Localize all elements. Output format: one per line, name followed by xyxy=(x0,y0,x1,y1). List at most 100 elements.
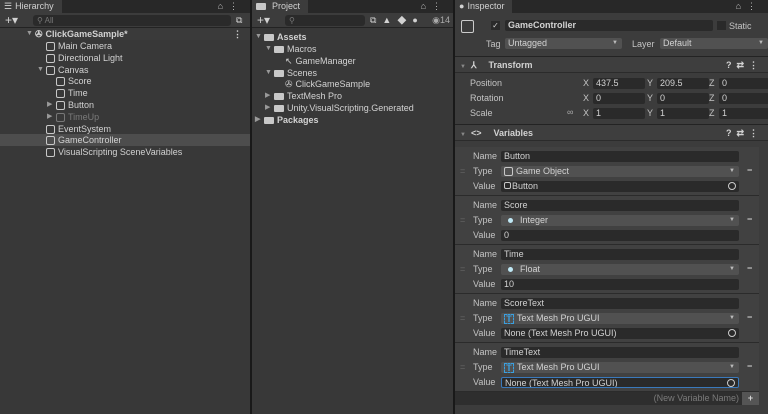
list-item[interactable]: VisualScripting SceneVariables xyxy=(0,146,250,158)
variable-name-input[interactable]: Score xyxy=(501,200,739,211)
folder-assets[interactable]: ▼ Assets xyxy=(252,31,453,43)
remove-variable-button[interactable]: − xyxy=(747,361,752,371)
hierarchy-search-input[interactable]: ⚲ All xyxy=(33,15,231,26)
type-label: Type xyxy=(473,166,493,176)
constrain-proportions-icon[interactable]: ∞ xyxy=(567,107,573,117)
collapse-arrow-icon[interactable]: ▶ xyxy=(265,102,274,114)
list-item[interactable]: Main Camera xyxy=(0,40,250,52)
remove-variable-button[interactable]: − xyxy=(747,263,752,273)
object-picker-icon[interactable] xyxy=(728,329,736,337)
folder-macros[interactable]: ▼ Macros xyxy=(252,43,453,55)
variable-value-input[interactable]: Button xyxy=(501,181,739,192)
folder-visualscripting-generated[interactable]: ▶ Unity.VisualScripting.Generated xyxy=(252,102,453,114)
lock-icon[interactable]: ⌂⋮ xyxy=(736,0,762,13)
rotation-z-input[interactable]: 0 xyxy=(719,93,768,104)
scale-y-input[interactable]: 1 xyxy=(657,108,709,119)
drag-handle[interactable]: = xyxy=(460,313,465,323)
filter-icons[interactable]: ⧉▲◆● xyxy=(370,15,424,26)
variable-type-dropdown[interactable]: Integer ▼ xyxy=(501,215,739,226)
variables-header[interactable]: ▼ <> Variables ?⇄⋮ xyxy=(455,124,768,141)
new-variable-name-input[interactable]: (New Variable Name) xyxy=(654,393,739,403)
list-icon: ☰ xyxy=(4,1,13,11)
scale-x-input[interactable]: 1 xyxy=(593,108,645,119)
rotation-x-input[interactable]: 0 xyxy=(593,93,645,104)
type-label: Type xyxy=(473,264,493,274)
folder-icon xyxy=(264,116,274,124)
variable-value-input[interactable]: None (Text Mesh Pro UGUI) xyxy=(501,328,739,339)
variable-type-dropdown[interactable]: Game Object ▼ xyxy=(501,166,739,177)
folder-packages[interactable]: ▶ Packages xyxy=(252,114,453,126)
variable-type-dropdown[interactable]: Float ▼ xyxy=(501,264,739,275)
variable-name-input[interactable]: Button xyxy=(501,151,739,162)
collapse-arrow-icon[interactable]: ▶ xyxy=(47,99,56,111)
variable-name-input[interactable]: Time xyxy=(501,249,739,260)
add-button[interactable]: +▾ xyxy=(5,13,18,27)
position-x-input[interactable]: 437.5 xyxy=(593,78,645,89)
variable-value-input[interactable]: 10 xyxy=(501,279,739,290)
collapse-arrow-icon[interactable]: ▶ xyxy=(255,114,264,126)
tab-inspector[interactable]: ● Inspector xyxy=(455,0,513,13)
project-search-input[interactable]: ⚲ xyxy=(285,15,365,26)
variable-name-input[interactable]: TimeText xyxy=(501,347,739,358)
layer-dropdown[interactable]: Default ▼ xyxy=(660,38,768,49)
tab-project[interactable]: Project xyxy=(252,0,309,13)
hidden-packages-counter[interactable]: ◉14 xyxy=(432,15,450,26)
drag-handle[interactable]: = xyxy=(460,166,465,176)
asset-item[interactable]: ↖ GameManager xyxy=(252,55,453,67)
object-picker-icon[interactable] xyxy=(727,379,735,387)
foldout-arrow-icon[interactable]: ▼ xyxy=(460,132,466,138)
tag-dropdown[interactable]: Untagged ▼ xyxy=(505,38,622,49)
remove-variable-button[interactable]: − xyxy=(747,214,752,224)
active-checkbox[interactable]: ✓ xyxy=(491,21,500,30)
variable-value-input[interactable]: None (Text Mesh Pro UGUI) xyxy=(501,377,739,388)
folder-open-icon xyxy=(274,69,284,77)
collapse-arrow-icon[interactable]: ▶ xyxy=(47,111,56,123)
transform-header[interactable]: ▼ ⅄ Transform ?⇄⋮ xyxy=(455,56,768,73)
variable-type-dropdown[interactable]: T Text Mesh Pro UGUI ▼ xyxy=(501,362,739,373)
scene-row[interactable]: ▼ ✇ ClickGameSample* ⋮ xyxy=(0,28,250,40)
drag-handle[interactable]: = xyxy=(460,362,465,372)
drag-handle[interactable]: = xyxy=(460,215,465,225)
lock-icon[interactable]: ⌂⋮ xyxy=(421,0,447,13)
object-name-input[interactable]: GameController xyxy=(505,20,713,31)
variable-name-input[interactable]: ScoreText xyxy=(501,298,739,309)
position-z-input[interactable]: 0 xyxy=(719,78,768,89)
drag-handle[interactable]: = xyxy=(460,264,465,274)
rotation-y-input[interactable]: 0 xyxy=(657,93,709,104)
more-icon[interactable]: ⋮ xyxy=(233,28,242,40)
scene-visibility-icon[interactable]: ⧉ xyxy=(236,15,242,26)
position-y-input[interactable]: 209.5 xyxy=(657,78,709,89)
gameobject-icon xyxy=(56,76,65,86)
list-item[interactable]: Directional Light xyxy=(0,52,250,64)
foldout-arrow-icon[interactable]: ▼ xyxy=(460,64,466,70)
static-checkbox[interactable] xyxy=(717,21,726,30)
expand-arrow-icon[interactable]: ▼ xyxy=(26,28,35,40)
list-item[interactable]: Time xyxy=(0,87,250,99)
component-menu-icons[interactable]: ?⇄⋮ xyxy=(726,57,763,73)
remove-variable-button[interactable]: − xyxy=(747,312,752,322)
list-item-selected[interactable]: GameController xyxy=(0,134,250,146)
variable-item: = Name Button Type Game Object ▼ − Value … xyxy=(455,147,759,196)
list-item[interactable]: ▶ TimeUp xyxy=(0,111,250,123)
tab-hierarchy[interactable]: ☰ Hierarchy xyxy=(0,0,62,13)
expand-arrow-icon[interactable]: ▼ xyxy=(255,31,264,43)
variables-list: = Name Button Type Game Object ▼ − Value … xyxy=(455,147,768,392)
object-picker-icon[interactable] xyxy=(728,182,736,190)
folder-icon xyxy=(256,3,266,10)
add-variable-button[interactable]: + xyxy=(742,392,759,405)
lock-icon[interactable]: ⌂⋮ xyxy=(218,0,244,13)
remove-variable-button[interactable]: − xyxy=(747,165,752,175)
variable-type-dropdown[interactable]: T Text Mesh Pro UGUI ▼ xyxy=(501,313,739,324)
expand-arrow-icon[interactable]: ▼ xyxy=(265,43,274,55)
collapse-arrow-icon[interactable]: ▶ xyxy=(265,90,274,102)
list-item[interactable]: ▶ Button xyxy=(0,99,250,111)
folder-textmesh-pro[interactable]: ▶ TextMesh Pro xyxy=(252,90,453,102)
create-button[interactable]: +▾ xyxy=(257,13,270,27)
dropdown-arrow-icon: ▼ xyxy=(729,168,735,174)
dropdown-arrow-icon: ▼ xyxy=(612,40,618,46)
scale-z-input[interactable]: 1 xyxy=(719,108,768,119)
asset-item[interactable]: ✇ ClickGameSample xyxy=(252,78,453,90)
list-item[interactable]: Score xyxy=(0,75,250,87)
component-menu-icons[interactable]: ?⇄⋮ xyxy=(726,125,763,141)
variable-value-input[interactable]: 0 xyxy=(501,230,739,241)
